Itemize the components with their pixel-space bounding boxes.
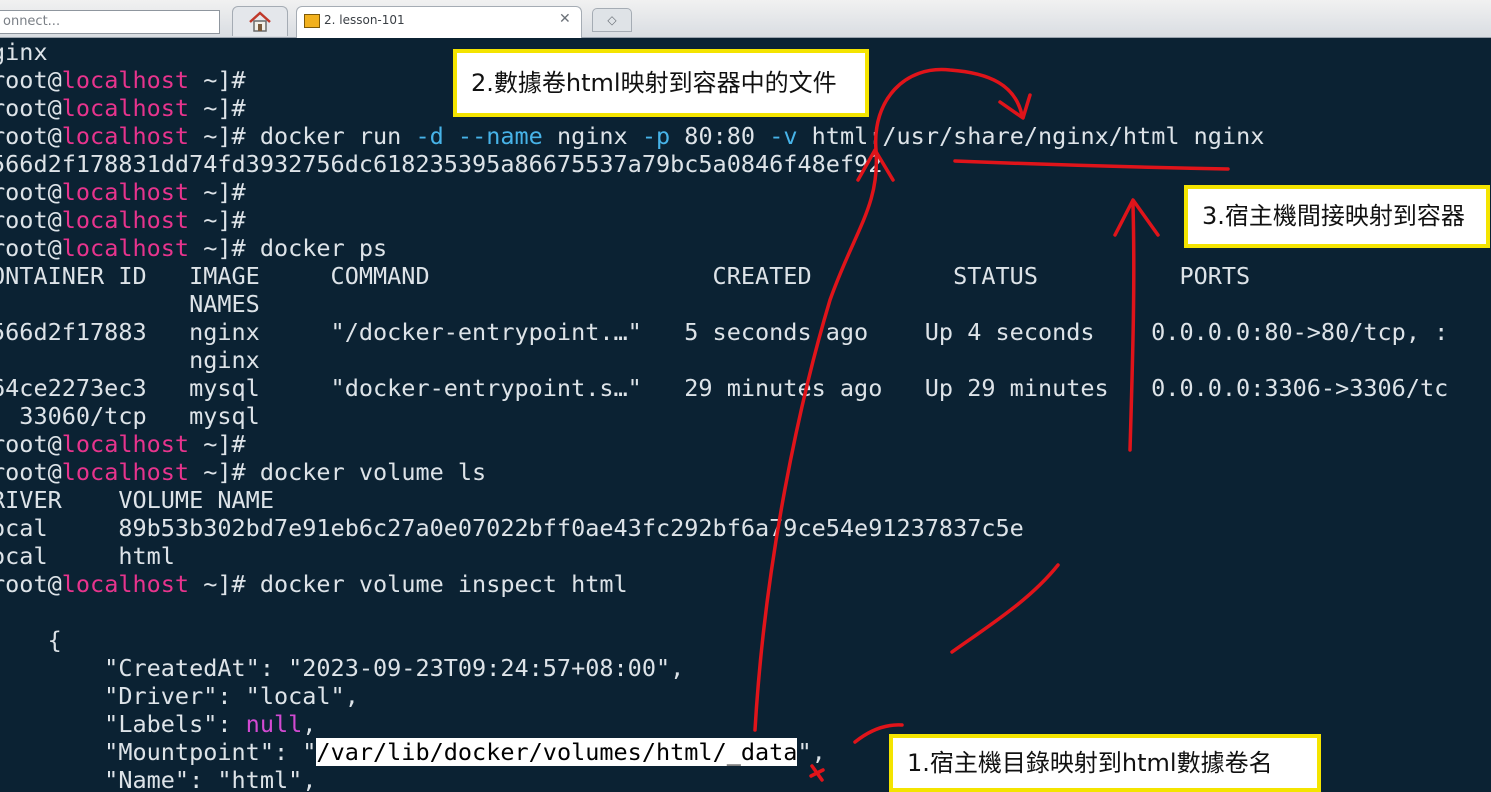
close-icon[interactable]: ✕ — [559, 11, 571, 27]
json-line: "Name": "html", — [0, 766, 317, 792]
terminal-command-volume-ls: root@localhost ~]# docker volume ls — [0, 458, 487, 486]
terminal-prompt: root@localhost ~]# — [0, 178, 246, 206]
terminal-command-volume-inspect: root@localhost ~]# docker volume inspect… — [0, 570, 628, 598]
annotation-box-3: 3.宿主機間接映射到容器 — [1184, 185, 1490, 248]
quick-connect-field[interactable]: onnect... — [0, 10, 220, 34]
json-line: "Labels": null, — [0, 710, 317, 738]
tab-bar: onnect... 2. lesson-101 ✕ ◇ — [0, 0, 1491, 38]
ps-row: 566d2f17883 nginx "/docker-entrypoint.…"… — [0, 318, 1449, 346]
json-line-mountpoint: "Mountpoint": "/var/lib/docker/volumes/h… — [0, 738, 826, 766]
tab-title: 2. lesson-101 — [324, 13, 405, 27]
terminal-command-docker-ps: root@localhost ~]# docker ps — [0, 234, 388, 262]
terminal-prompt: root@localhost ~]# — [0, 206, 246, 234]
annotation-box-1: 1.宿主機目錄映射到html數據卷名 — [889, 734, 1321, 792]
ps-row-name: , 33060/tcp mysql — [0, 402, 260, 430]
terminal-command-docker-run: root@localhost ~]# docker run -d --name … — [0, 122, 1265, 150]
ps-header: ONTAINER ID IMAGE COMMAND CREATED STATUS… — [0, 262, 1251, 290]
new-tab-button[interactable]: ◇ — [592, 8, 632, 32]
json-line: "CreatedAt": "2023-09-23T09:24:57+08:00"… — [0, 654, 685, 682]
volume-row: ocal 89b53b302bd7e91eb6c27a0e07022bff0ae… — [0, 514, 1024, 542]
container-id-output: 566d2f178831dd74fd3932756dc618235395a866… — [0, 150, 883, 178]
mountpoint-selection[interactable]: /var/lib/docker/volumes/html/_data — [316, 738, 798, 766]
home-tab[interactable] — [232, 6, 288, 36]
terminal-icon — [304, 14, 320, 28]
ps-row: 64ce2273ec3 mysql "docker-entrypoint.s…"… — [0, 374, 1449, 402]
tab-lesson-101[interactable]: 2. lesson-101 ✕ — [296, 6, 582, 38]
ps-row-name: nginx — [0, 346, 260, 374]
annotation-box-2: 2.數據卷html映射到容器中的文件 — [453, 49, 869, 117]
terminal-output[interactable]: ginx root@localhost ~]# root@localhost ~… — [0, 38, 1491, 792]
volume-header: RIVER VOLUME NAME — [0, 486, 274, 514]
json-line: { — [47, 626, 62, 654]
terminal-prompt: root@localhost ~]# — [0, 94, 246, 122]
volume-row: ocal html — [0, 542, 175, 570]
ps-header-names: NAMES — [0, 290, 260, 318]
terminal-prompt: root@localhost ~]# — [0, 66, 246, 94]
json-line: "Driver": "local", — [0, 682, 359, 710]
terminal-prompt: root@localhost ~]# — [0, 430, 246, 458]
home-icon — [249, 11, 271, 32]
terminal-line: ginx — [0, 38, 48, 66]
